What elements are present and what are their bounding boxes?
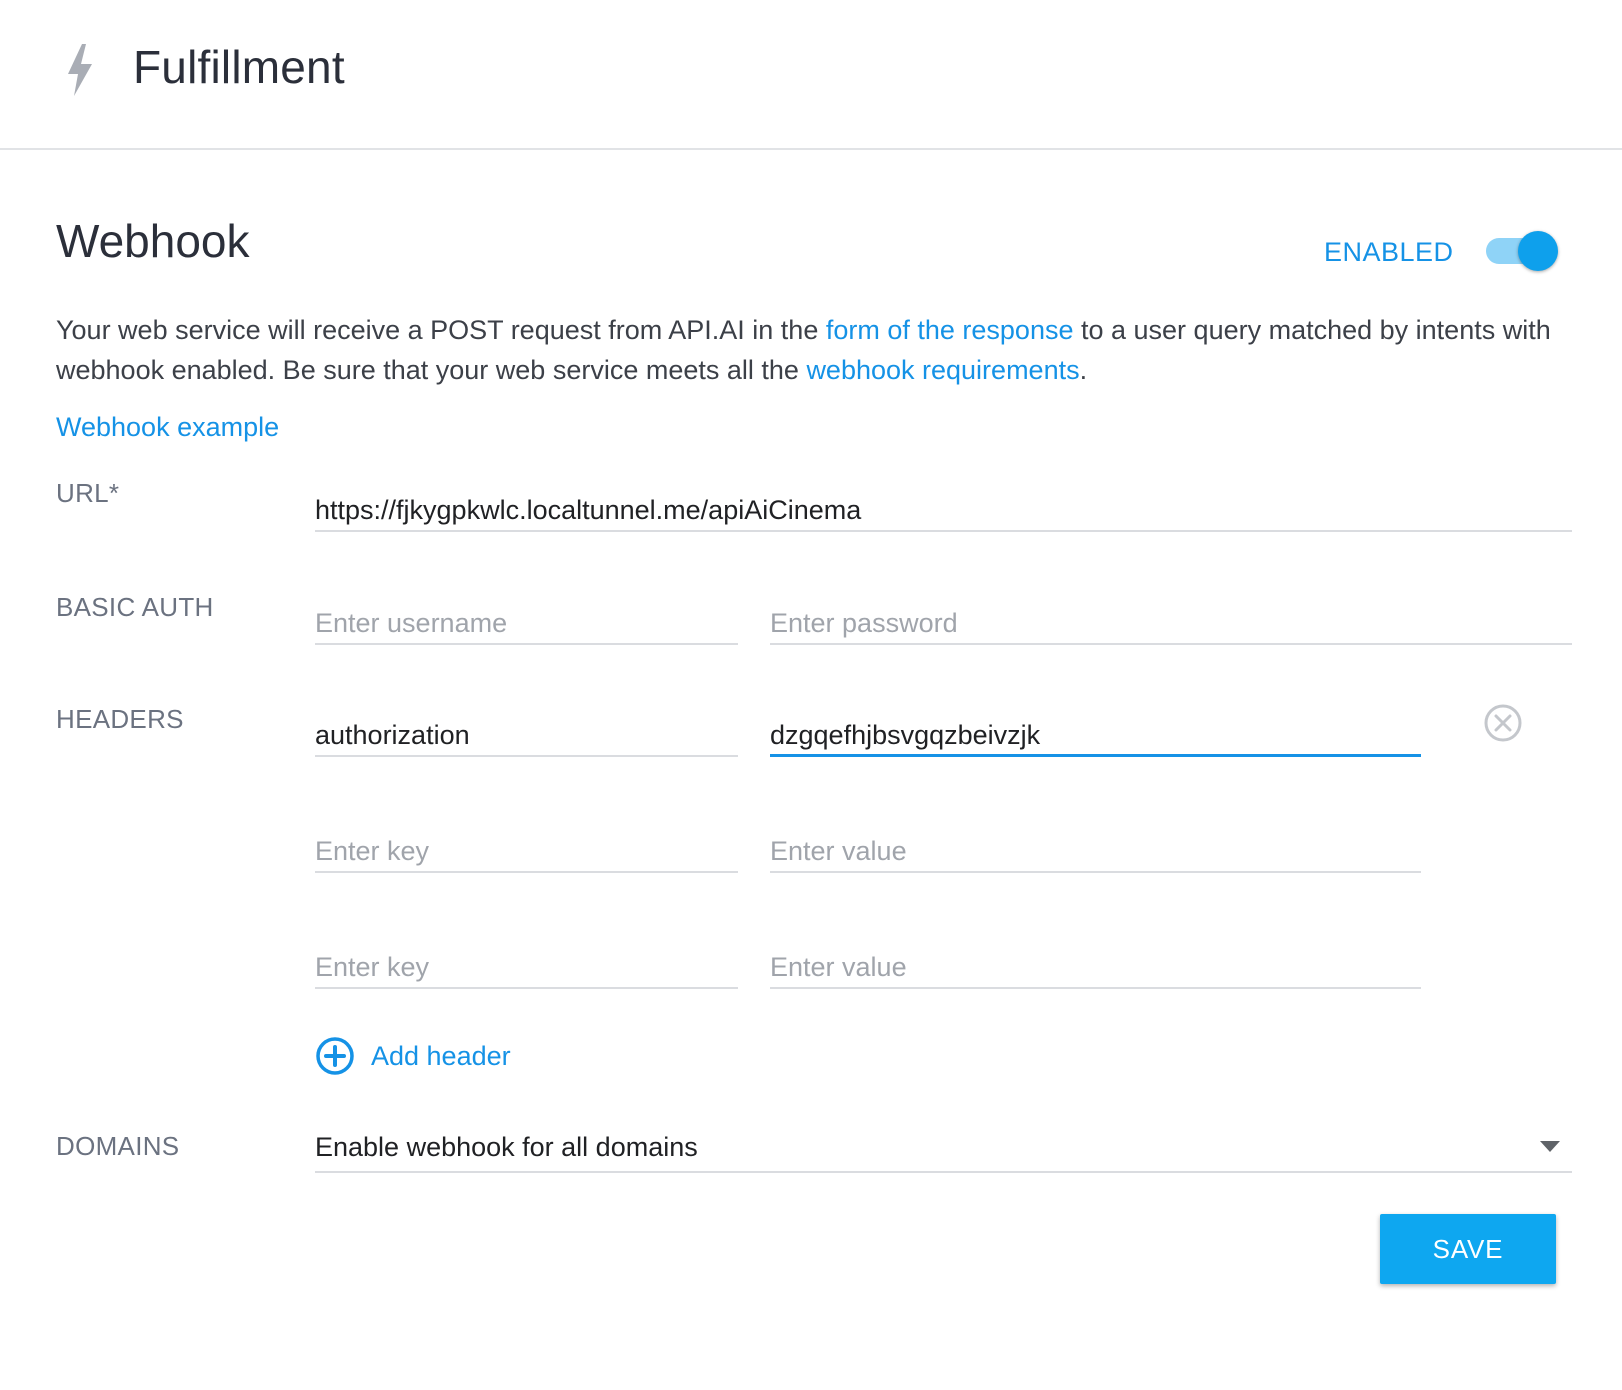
add-header-button[interactable]: Add header bbox=[315, 1035, 511, 1077]
section-title: Webhook bbox=[56, 215, 250, 267]
lightning-bolt-icon bbox=[68, 44, 92, 96]
header-key-field-container bbox=[315, 831, 738, 873]
add-header-label: Add header bbox=[371, 1040, 511, 1071]
header-key-input[interactable] bbox=[315, 715, 738, 755]
header-value-field-container bbox=[770, 947, 1421, 989]
enabled-status-label: ENABLED bbox=[1324, 237, 1454, 267]
webhook-description: Your web service will receive a POST req… bbox=[56, 310, 1556, 390]
header-key-input[interactable] bbox=[315, 947, 738, 987]
password-field-container bbox=[770, 603, 1572, 645]
description-text: Your web service will receive a POST req… bbox=[56, 315, 826, 345]
fulfillment-page: Fulfillment Webhook ENABLED Your web ser… bbox=[0, 0, 1622, 1390]
header-key-input[interactable] bbox=[315, 831, 738, 871]
webhook-enabled-toggle[interactable] bbox=[1486, 230, 1558, 272]
password-input[interactable] bbox=[770, 603, 1572, 643]
header-key-field-container bbox=[315, 947, 738, 989]
webhook-example-link[interactable]: Webhook example bbox=[56, 412, 279, 443]
header-value-field-container bbox=[770, 715, 1421, 757]
domains-label: DOMAINS bbox=[56, 1131, 180, 1161]
toggle-thumb bbox=[1518, 231, 1558, 271]
webhook-requirements-link[interactable]: webhook requirements bbox=[806, 355, 1079, 385]
header-value-input[interactable] bbox=[770, 947, 1421, 987]
dropdown-caret-icon bbox=[1540, 1141, 1560, 1152]
add-circle-icon bbox=[316, 1037, 354, 1075]
headers-label: HEADERS bbox=[56, 704, 184, 734]
header-value-input[interactable] bbox=[770, 831, 1421, 871]
header-value-field-container bbox=[770, 831, 1421, 873]
url-field-container bbox=[315, 490, 1572, 532]
save-button[interactable]: SAVE bbox=[1380, 1214, 1556, 1284]
remove-header-icon[interactable] bbox=[1483, 703, 1523, 743]
domains-selected-value: Enable webhook for all domains bbox=[315, 1132, 698, 1162]
page-title: Fulfillment bbox=[133, 41, 345, 93]
header-value-input[interactable] bbox=[770, 715, 1421, 755]
username-input[interactable] bbox=[315, 603, 738, 643]
form-of-response-link[interactable]: form of the response bbox=[826, 315, 1074, 345]
domains-select[interactable]: Enable webhook for all domains bbox=[315, 1127, 1572, 1173]
url-input[interactable] bbox=[315, 490, 1572, 530]
username-field-container bbox=[315, 603, 738, 645]
description-text: . bbox=[1079, 355, 1088, 385]
page-header: Fulfillment bbox=[0, 0, 1622, 150]
basic-auth-label: BASIC AUTH bbox=[56, 592, 214, 622]
header-key-field-container bbox=[315, 715, 738, 757]
url-label: URL* bbox=[56, 478, 120, 508]
